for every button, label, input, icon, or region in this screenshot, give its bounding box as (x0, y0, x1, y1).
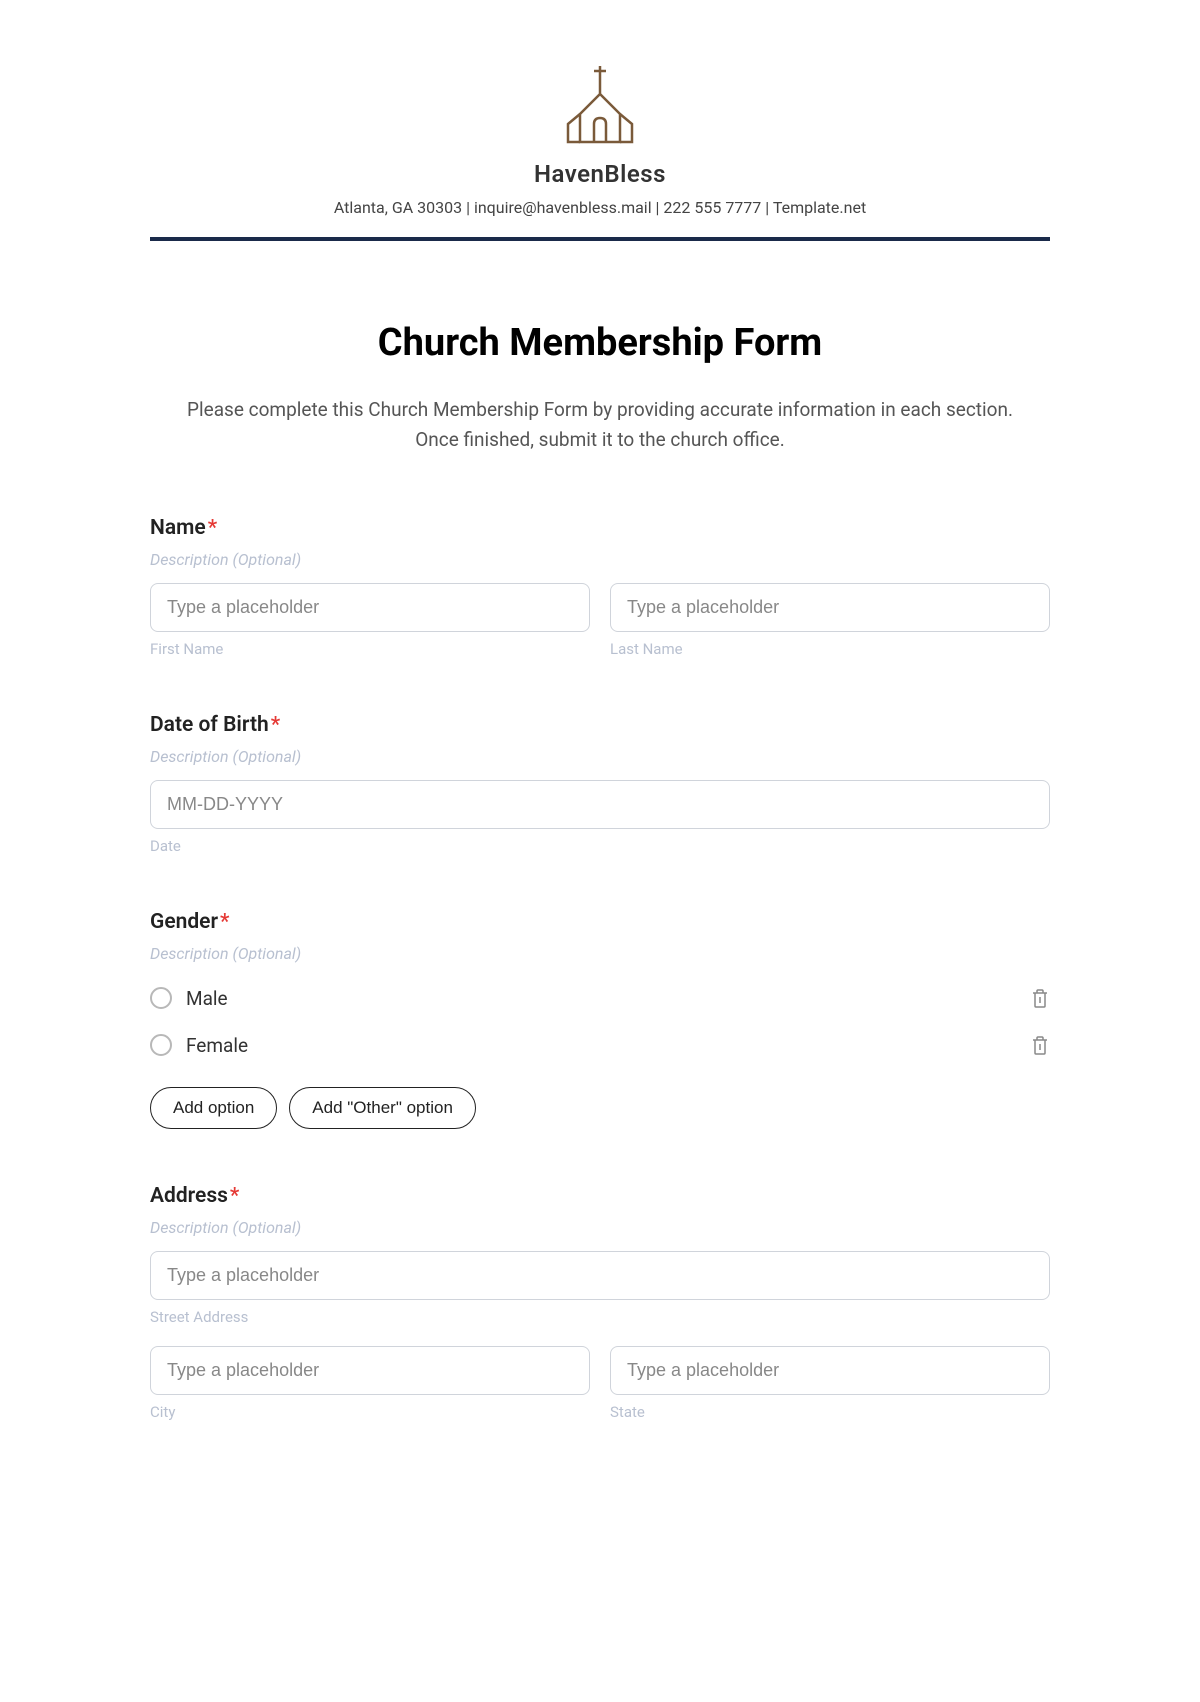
gender-option-male[interactable]: Male (150, 977, 1050, 1020)
radio-label: Male (186, 987, 228, 1010)
dob-description[interactable]: Description (Optional) (150, 747, 1050, 766)
last-name-input[interactable] (610, 583, 1050, 632)
name-section: Name* Description (Optional) First Name … (150, 516, 1050, 658)
address-label: Address* (150, 1184, 1050, 1208)
gender-option-female[interactable]: Female (150, 1024, 1050, 1067)
street-sublabel: Street Address (150, 1308, 1050, 1326)
gender-section: Gender* Description (Optional) Male Fema… (150, 910, 1050, 1129)
radio-label: Female (186, 1034, 248, 1057)
state-input[interactable] (610, 1346, 1050, 1395)
radio-icon[interactable] (150, 987, 172, 1009)
city-input[interactable] (150, 1346, 590, 1395)
city-sublabel: City (150, 1403, 590, 1421)
dob-section: Date of Birth* Description (Optional) Da… (150, 713, 1050, 855)
address-description[interactable]: Description (Optional) (150, 1218, 1050, 1237)
street-address-input[interactable] (150, 1251, 1050, 1300)
address-section: Address* Description (Optional) Street A… (150, 1184, 1050, 1421)
gender-description[interactable]: Description (Optional) (150, 944, 1050, 963)
church-logo-icon (540, 60, 660, 154)
add-option-button[interactable]: Add option (150, 1087, 277, 1129)
last-name-sublabel: Last Name (610, 640, 1050, 658)
name-label: Name* (150, 516, 1050, 540)
form-description: Please complete this Church Membership F… (150, 395, 1050, 456)
radio-icon[interactable] (150, 1034, 172, 1056)
brand-name: HavenBless (150, 160, 1050, 188)
trash-icon[interactable] (1030, 1034, 1050, 1056)
first-name-input[interactable] (150, 583, 590, 632)
form-title: Church Membership Form (150, 321, 1050, 365)
first-name-sublabel: First Name (150, 640, 590, 658)
gender-label: Gender* (150, 910, 1050, 934)
dob-sublabel: Date (150, 837, 1050, 855)
trash-icon[interactable] (1030, 987, 1050, 1009)
dob-input[interactable] (150, 780, 1050, 829)
dob-label: Date of Birth* (150, 713, 1050, 737)
contact-info: Atlanta, GA 30303 | inquire@havenbless.m… (150, 198, 1050, 217)
add-other-option-button[interactable]: Add "Other" option (289, 1087, 476, 1129)
name-description[interactable]: Description (Optional) (150, 550, 1050, 569)
state-sublabel: State (610, 1403, 1050, 1421)
page-header: HavenBless Atlanta, GA 30303 | inquire@h… (150, 60, 1050, 241)
